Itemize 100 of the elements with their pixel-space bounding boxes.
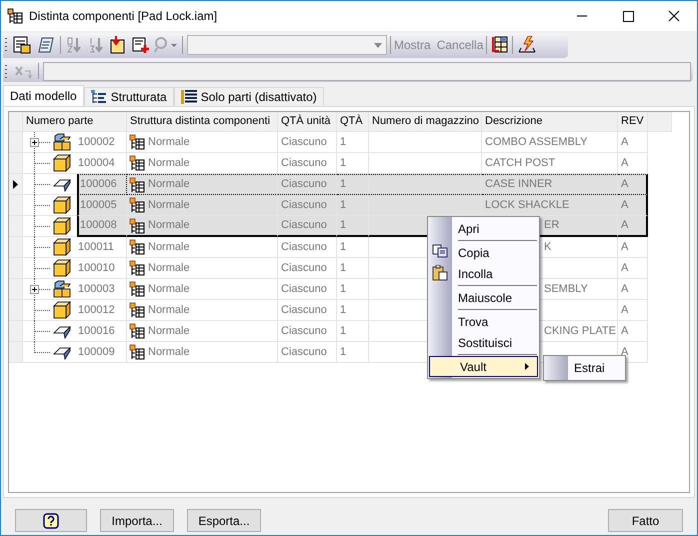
column-header[interactable]: QTÀ unità — [278, 112, 337, 132]
expand-icon[interactable] — [30, 138, 39, 147]
tab[interactable]: Strutturata — [84, 87, 174, 106]
current-row-icon — [13, 180, 18, 188]
table-cell-text: Normale — [148, 218, 190, 234]
list-icon — [180, 90, 197, 104]
copy-icon — [432, 244, 448, 258]
table-cell: 100008 — [77, 216, 127, 237]
dropdown-arrow-icon — [374, 42, 382, 48]
window-title: Distinta componenti [Pad Lock.iam] — [29, 8, 218, 25]
bom-icon — [129, 323, 145, 339]
table-cell: 1 — [337, 321, 369, 342]
table-cell: A — [618, 216, 648, 237]
tab-label: Solo parti (disattivato) — [200, 89, 317, 106]
expand-icon[interactable] — [30, 285, 39, 294]
table-cell: A — [618, 300, 648, 321]
table-cell-text: Normale — [148, 177, 190, 192]
table-cell: Ciascuno — [278, 195, 337, 216]
table-cell-text: Normale — [148, 324, 190, 339]
table-cell: CASE INNER — [482, 174, 618, 195]
table-cell: 1 — [337, 258, 369, 279]
table-cell: LOCK SHACKLE — [482, 195, 618, 216]
table-cell: Ciascuno — [278, 237, 337, 258]
table-cell: 100012 — [77, 300, 127, 321]
table-cell: Ciascuno — [278, 300, 337, 321]
table-cell: A — [618, 132, 648, 153]
tab[interactable]: Dati modello — [3, 85, 84, 106]
submenu-arrow-icon — [525, 363, 529, 370]
table-cell: 1 — [337, 174, 369, 195]
help-button[interactable] — [15, 509, 87, 532]
table-cell-text: Normale — [148, 302, 190, 318]
table-cell: A — [618, 321, 648, 342]
table-cell: Ciascuno — [278, 321, 337, 342]
table-cell: Ciascuno — [278, 342, 337, 363]
table-cell: 100003 — [77, 279, 127, 300]
bom-icon — [129, 218, 145, 234]
menu-item[interactable]: Estrai — [544, 357, 625, 379]
cube-icon — [52, 259, 72, 277]
column-header[interactable]: Descrizione — [482, 112, 618, 132]
export-table-icon[interactable] — [490, 36, 508, 54]
lightning-icon[interactable] — [517, 36, 538, 54]
table-cell: A — [618, 195, 648, 216]
column-header[interactable]: Struttura distinta componenti — [127, 112, 278, 132]
column-header[interactable]: REV — [618, 112, 648, 132]
table-cell: 100010 — [77, 258, 127, 279]
sort-az-icon[interactable] — [66, 36, 82, 54]
column-header[interactable]: QTÀ — [337, 112, 369, 132]
table-cell-text: Normale — [148, 156, 190, 171]
table-cell: 1 — [337, 195, 369, 216]
table-cell: 1 — [337, 342, 369, 363]
column-header[interactable]: Numero di magazzino — [369, 112, 482, 132]
table-cell: 100011 — [77, 237, 127, 258]
bom-icon — [129, 260, 145, 276]
formula-field[interactable] — [43, 62, 691, 80]
bom-icon — [129, 302, 145, 318]
table-cell: 1 — [337, 237, 369, 258]
table-cell: Ciascuno — [278, 279, 337, 300]
table-save-icon[interactable] — [13, 36, 31, 54]
help-icon — [43, 512, 59, 528]
table-cell: Ciascuno — [278, 132, 337, 153]
table-cell: A — [618, 279, 648, 300]
assembly-icon — [52, 280, 72, 298]
dialog-button[interactable]: Esporta... — [187, 509, 261, 532]
table-cell: A — [618, 258, 648, 279]
tab-label: Strutturata — [110, 89, 167, 106]
filter-dropdown[interactable] — [187, 35, 387, 55]
cube-icon — [52, 238, 72, 256]
cube-icon — [52, 196, 72, 214]
table-add-icon[interactable] — [132, 36, 150, 54]
table-cell: Ciascuno — [278, 174, 337, 195]
table-cell: COMBO ASSEMBLY — [482, 132, 618, 153]
cube-icon — [52, 301, 72, 319]
table-cell: 1 — [337, 132, 369, 153]
table-cell: Ciascuno — [278, 258, 337, 279]
cube-icon — [52, 154, 72, 172]
tree-icon — [90, 90, 107, 104]
bom-icon — [129, 239, 145, 255]
bom-icon — [129, 281, 145, 297]
table-cell: 100006 — [77, 174, 127, 195]
column-header — [648, 112, 672, 132]
row-header[interactable] — [9, 174, 23, 195]
table-cell: 100016 — [77, 321, 127, 342]
table-cell: A — [618, 174, 648, 195]
table-cell: A — [618, 237, 648, 258]
table-cell: Ciascuno — [278, 216, 337, 237]
bom-icon — [129, 197, 145, 213]
table-cell-text: Normale — [148, 260, 190, 276]
sort-numeric-icon[interactable] — [88, 36, 104, 54]
table-cell: 1 — [337, 216, 369, 237]
bom-icon — [129, 155, 145, 171]
tab[interactable]: Solo parti (disattivato) — [174, 87, 324, 106]
table-cell-text: Normale — [148, 240, 190, 255]
insert-icon[interactable] — [110, 36, 126, 54]
document-icon[interactable] — [37, 36, 55, 54]
column-header[interactable]: Numero parte — [23, 112, 127, 132]
dialog-button[interactable]: Fatto — [608, 509, 683, 532]
table-cell: 1 — [337, 279, 369, 300]
table-cell-text: Normale — [148, 134, 190, 150]
bom-icon — [129, 134, 145, 150]
dialog-button[interactable]: Importa... — [100, 509, 174, 532]
